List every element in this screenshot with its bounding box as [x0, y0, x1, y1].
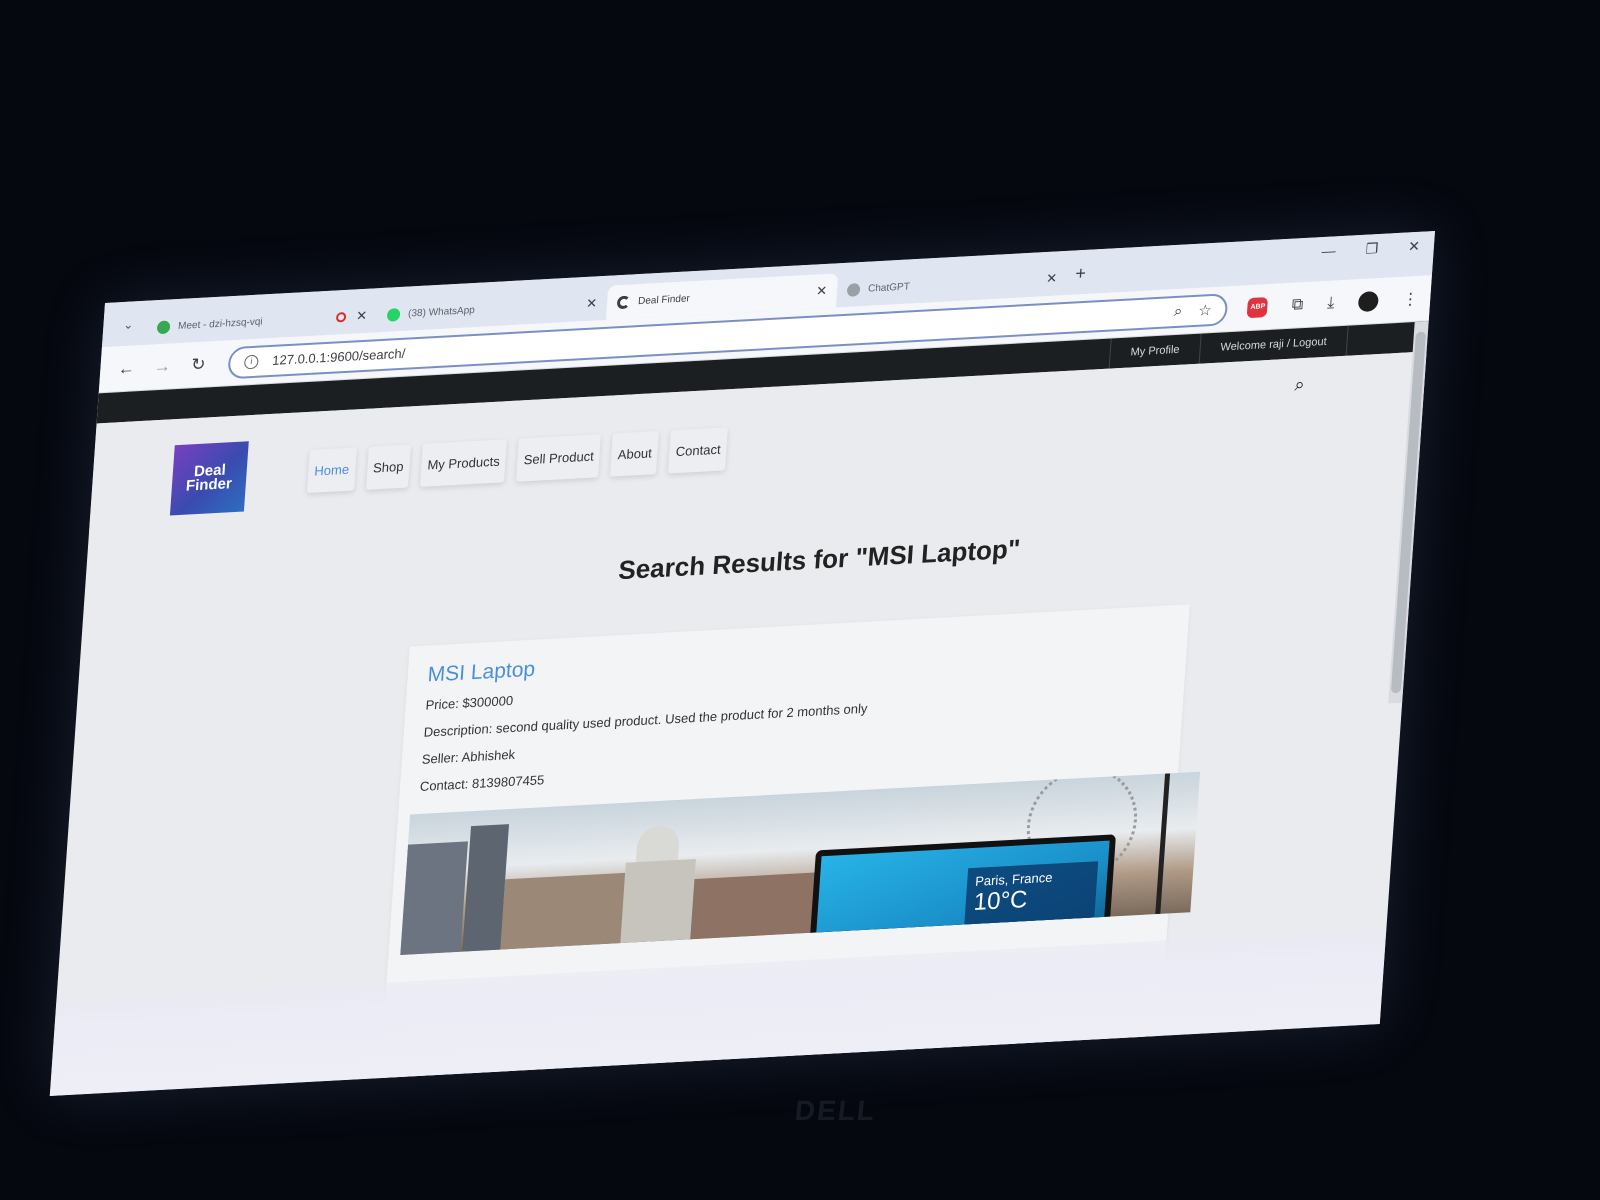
close-icon[interactable]: ✕ — [356, 308, 368, 325]
nav-about[interactable]: About — [610, 430, 660, 477]
menu-icon[interactable]: ⋮ — [1402, 288, 1419, 309]
new-tab-button[interactable]: + — [1075, 263, 1087, 285]
tab-search-icon[interactable]: ⌄ — [114, 311, 142, 339]
star-icon[interactable]: ☆ — [1198, 301, 1213, 320]
close-window-button[interactable]: ✕ — [1408, 238, 1421, 256]
reload-icon[interactable]: ↻ — [184, 354, 213, 376]
nav-sell-product[interactable]: Sell Product — [516, 434, 602, 482]
back-icon[interactable]: ← — [112, 358, 141, 380]
product-image: Paris, France 10°C — [400, 771, 1201, 956]
tab-title: Deal Finder — [637, 292, 691, 307]
deal-finder-icon — [616, 295, 631, 309]
forward-icon[interactable]: → — [148, 356, 177, 378]
toolbar-icons: ABP ⧉ ⤓ ⋮ — [1247, 288, 1419, 318]
extensions-icon[interactable]: ⧉ — [1291, 296, 1304, 315]
logo-text: Finder — [185, 475, 233, 495]
window-controls: — ❐ ✕ — [1321, 238, 1420, 260]
nav-home[interactable]: Home — [306, 447, 357, 494]
nav-contact[interactable]: Contact — [668, 427, 729, 474]
profile-avatar[interactable] — [1357, 290, 1380, 312]
adblock-icon[interactable]: ABP — [1247, 296, 1269, 318]
monitor-screen: ⌄ Meet - dzi-hzsq-vqi ✕ (38) WhatsApp ✕ … — [49, 230, 1436, 1096]
laptop-photo: Paris, France 10°C — [808, 834, 1117, 956]
weather-overlay: Paris, France 10°C — [963, 861, 1099, 939]
weather-temp: 10°C — [972, 885, 1029, 916]
deal-finder-logo[interactable]: Deal Finder — [169, 441, 249, 516]
search-icon[interactable]: ⌕ — [1294, 374, 1305, 396]
nav-my-products[interactable]: My Products — [420, 439, 508, 487]
page-title: Search Results for "MSI Laptop" — [617, 533, 1022, 586]
download-icon[interactable]: ⤓ — [1327, 294, 1335, 312]
nav-shop[interactable]: Shop — [365, 444, 412, 490]
tab-title: Meet - dzi-hzsq-vqi — [177, 315, 263, 332]
chatgpt-icon — [846, 282, 861, 297]
tab-title: (38) WhatsApp — [407, 304, 476, 320]
close-icon[interactable]: ✕ — [586, 295, 598, 312]
tab-title: ChatGPT — [867, 280, 911, 295]
monitor-brand-logo: DELL — [793, 1095, 878, 1126]
zoom-icon[interactable]: ⌕ — [1173, 303, 1183, 321]
recording-icon — [335, 311, 347, 323]
minimize-button[interactable]: — — [1321, 242, 1336, 260]
meet-icon — [156, 319, 171, 334]
main-nav: Home Shop My Products Sell Product About… — [306, 427, 729, 494]
close-icon[interactable]: ✕ — [1046, 270, 1058, 287]
whatsapp-icon — [386, 307, 401, 322]
restore-button[interactable]: ❐ — [1365, 240, 1379, 258]
close-icon[interactable]: ✕ — [816, 283, 828, 300]
site-info-icon[interactable]: i — [243, 354, 259, 369]
